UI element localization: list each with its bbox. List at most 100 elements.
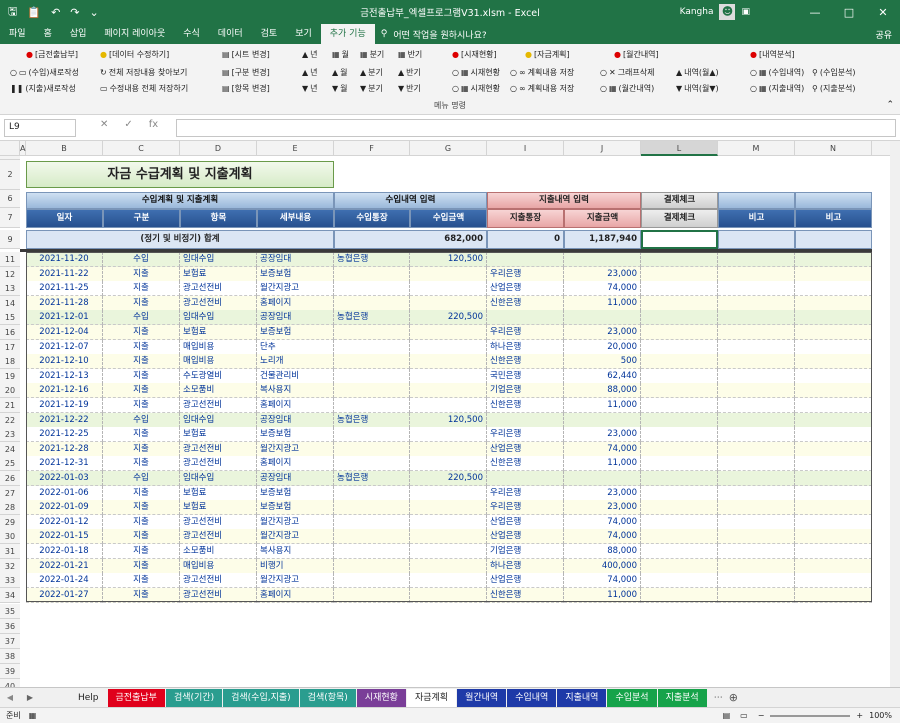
collapse-ribbon-icon[interactable]: ⌃ (886, 100, 894, 110)
worksheet-grid[interactable]: ABCDEFGIJLMN 2 6 7 9 11 12 13 14 15 16 17 18 19 20 21 2… (0, 141, 890, 687)
sheet-tab[interactable]: 검색(수입,지출) (223, 688, 299, 707)
normal-view-icon[interactable]: ▤ (723, 711, 731, 720)
row-header[interactable]: 12 (0, 267, 20, 282)
row-header[interactable]: 34 (0, 588, 20, 603)
tab-insert[interactable]: 삽입 (61, 24, 96, 44)
row-header[interactable]: 38 (0, 649, 20, 664)
row-header[interactable]: 26 (0, 471, 20, 486)
row-header[interactable]: 20 (0, 383, 20, 398)
sheet-tab[interactable]: 지출분석 (657, 688, 707, 707)
name-box[interactable]: L9 (4, 119, 76, 137)
macro-record-icon[interactable]: ▦ (29, 711, 37, 720)
ribbon-btn-save-plan-2[interactable]: ○ ∞ 계획내용 저장 (510, 81, 574, 95)
avatar[interactable]: ☻ (719, 4, 736, 20)
ribbon-btn-change-category[interactable]: ▤ [구분 변경] (222, 65, 270, 79)
column-header-E[interactable]: E (257, 141, 334, 156)
ribbon-btn-fund-plan[interactable]: ● [자금계획] (525, 47, 570, 61)
tell-me-input[interactable]: 어떤 작업을 원하시나요? (393, 28, 486, 41)
maximize-icon[interactable]: □ (832, 6, 866, 19)
formula-input[interactable] (176, 119, 896, 137)
row-header[interactable]: 17 (0, 340, 20, 355)
ribbon-btn-year-down[interactable]: ▼ 년 (302, 81, 318, 95)
ribbon-btn-half[interactable]: ▦ 반기 (398, 47, 422, 61)
sheet-tab[interactable]: 수입내역 (507, 688, 557, 707)
column-header-B[interactable]: B (26, 141, 103, 156)
ribbon-btn-change-item[interactable]: ▤ [항목 변경] (222, 81, 270, 95)
row-header[interactable]: 21 (0, 398, 20, 413)
row-header[interactable]: 16 (0, 325, 20, 340)
sheet-tab[interactable]: 자금계획 (406, 688, 457, 707)
row-header[interactable]: 31 (0, 544, 20, 559)
column-header-L[interactable]: L (641, 141, 718, 156)
ribbon-btn-new-income[interactable]: ○ ▭ (수입)새로작성 (10, 65, 79, 79)
row-header[interactable]: 27 (0, 486, 20, 501)
more-sheets-icon[interactable]: ⋯ (714, 693, 723, 703)
tab-file[interactable]: 파일 (0, 24, 35, 44)
next-sheet-icon[interactable]: ▶ (20, 693, 40, 702)
row-header[interactable]: 25 (0, 456, 20, 471)
row-header[interactable]: 36 (0, 619, 20, 634)
ribbon-btn-half-up[interactable]: ▲ 반기 (398, 65, 421, 79)
page-layout-view-icon[interactable]: ▭ (740, 711, 748, 720)
tab-page-layout[interactable]: 페이지 레이아웃 (95, 24, 174, 44)
column-header-G[interactable]: G (410, 141, 487, 156)
ribbon-btn-half-down[interactable]: ▼ 반기 (398, 81, 421, 95)
row-header[interactable]: 7 (0, 208, 20, 228)
selected-cell-L9[interactable] (641, 230, 718, 249)
zoom-out-icon[interactable]: − (758, 711, 765, 720)
minimize-icon[interactable]: — (798, 6, 832, 19)
close-icon[interactable]: ✕ (866, 6, 900, 19)
share-button[interactable]: 공유 (875, 28, 892, 41)
ribbon-btn-monthly[interactable]: ● [월간내역] (614, 47, 659, 61)
row-header[interactable]: 6 (0, 190, 20, 208)
row-header[interactable]: 29 (0, 515, 20, 530)
ribbon-btn-quarter-down[interactable]: ▼ 분기 (360, 81, 383, 95)
ribbon-btn-analysis[interactable]: ● [내역분석] (750, 47, 795, 61)
column-header-J[interactable]: J (564, 141, 641, 156)
ribbon-btn-month-up[interactable]: ▲ 월 (332, 65, 348, 79)
ribbon-btn-edit-data[interactable]: ● [데이터 수정하기] (100, 47, 169, 61)
fx-icon[interactable]: fx (149, 119, 158, 130)
select-all-corner[interactable] (0, 141, 20, 156)
ribbon-btn-cashbook[interactable]: ● [금전출납부] (26, 47, 78, 61)
row-header[interactable]: 30 (0, 529, 20, 544)
ribbon-btn-income-detail[interactable]: ○ ▦ (수입내역) (750, 65, 804, 79)
ribbon-btn-year[interactable]: ▲ 년 (302, 47, 318, 61)
tell-me-icon[interactable]: ⚲ (381, 29, 388, 39)
tab-data[interactable]: 데이터 (209, 24, 252, 44)
ribbon-btn-save-plan[interactable]: ○ ∞ 계획내용 저장 (510, 65, 574, 79)
sheet-tab[interactable]: 검색(기간) (165, 688, 223, 707)
row-header[interactable]: 35 (0, 604, 20, 619)
save-icon[interactable]: 🖫 (8, 3, 17, 22)
column-header-M[interactable]: M (718, 141, 795, 156)
tab-home[interactable]: 홈 (35, 24, 61, 44)
row-header[interactable]: 23 (0, 427, 20, 442)
column-header-I[interactable]: I (487, 141, 564, 156)
ribbon-btn-quarter[interactable]: ▦ 분기 (360, 47, 384, 61)
zoom-in-icon[interactable]: + (856, 711, 863, 720)
ribbon-btn-quarter-up[interactable]: ▲ 분기 (360, 65, 383, 79)
ribbon-btn-delete-graph[interactable]: ○ ✕ 그래프삭제 (600, 65, 655, 79)
row-header[interactable]: 22 (0, 413, 20, 428)
sheet-tab[interactable]: 금전출납부 (107, 688, 165, 707)
add-sheet-icon[interactable]: ⊕ (729, 691, 738, 704)
row-header[interactable]: 33 (0, 573, 20, 588)
sheet-tab[interactable]: 수입분석 (607, 688, 657, 707)
row-header[interactable]: 24 (0, 442, 20, 457)
ribbon-btn-income-analysis[interactable]: ⚲ (수입분석) (812, 65, 856, 79)
column-header-D[interactable]: D (180, 141, 257, 156)
ribbon-btn-expense-detail[interactable]: ○ ▦ (지출내역) (750, 81, 804, 95)
ribbon-btn-detail-down[interactable]: ▼ 내역(월▼) (676, 81, 719, 95)
ribbon-btn-month-down[interactable]: ▼ 월 (332, 81, 348, 95)
ribbon-btn-save-all[interactable]: ▭ 수정내용 전체 저장하기 (100, 81, 188, 95)
ribbon-btn-find-all[interactable]: ↻ 전체 저장내용 찾아보기 (100, 65, 187, 79)
row-header[interactable]: 2 (0, 160, 20, 190)
row-header[interactable]: 28 (0, 500, 20, 515)
row-header[interactable]: 40 (0, 679, 20, 687)
vertical-scrollbar[interactable] (890, 141, 900, 687)
ribbon-btn-month[interactable]: ▦ 월 (332, 47, 349, 61)
row-header[interactable]: 39 (0, 664, 20, 679)
sheet-tab[interactable]: Help (70, 688, 107, 707)
sheet-tab[interactable]: 지출내역 (557, 688, 607, 707)
enter-icon[interactable]: ✓ (124, 119, 132, 130)
